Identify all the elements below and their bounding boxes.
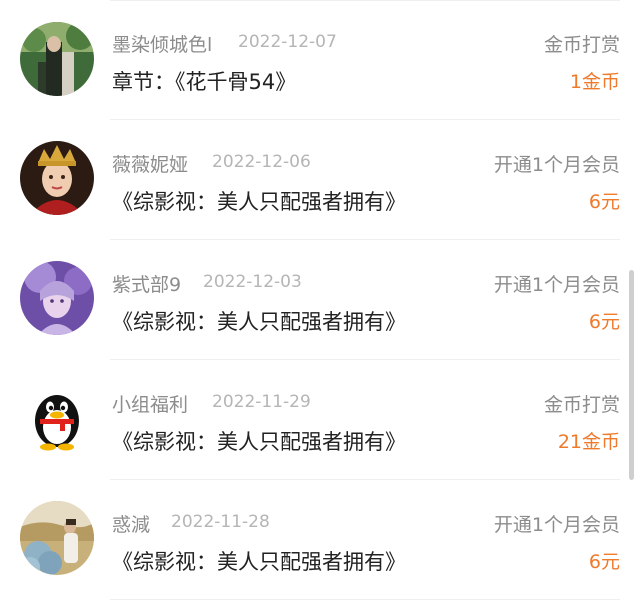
- forest-portrait-avatar[interactable]: [20, 22, 94, 96]
- record-amount: 6元: [588, 191, 620, 213]
- user-name: 小组福利: [112, 394, 189, 416]
- record-amount: 6元: [588, 311, 620, 333]
- record-type: 金币打赏: [543, 34, 620, 56]
- purple-lady-image: [20, 261, 94, 335]
- record-date: 2022-11-29: [212, 392, 311, 412]
- penguin-icon: [20, 381, 94, 455]
- record-type: 开通1个月会员: [493, 514, 620, 536]
- user-name: 紫式部9: [112, 274, 182, 296]
- record-title: 《综影视：美人只配强者拥有》: [112, 310, 406, 334]
- purple-lady-avatar[interactable]: [20, 261, 94, 335]
- record-date: 2022-12-06: [212, 152, 311, 172]
- user-name: 惑減: [112, 514, 151, 536]
- record-amount: 1金币: [569, 71, 620, 93]
- scrollbar-thumb[interactable]: [629, 270, 634, 480]
- record-type: 开通1个月会员: [493, 154, 620, 176]
- record-title: 《综影视：美人只配强者拥有》: [112, 190, 406, 214]
- record-amount: 21金币: [557, 431, 620, 453]
- flower-field-avatar[interactable]: [20, 501, 94, 575]
- record-title: 章节：《花千骨54》: [112, 70, 297, 94]
- list-item[interactable]: 墨染倾城色l 2022-12-07 章节：《花千骨54》 金币打赏 1金币: [0, 0, 640, 120]
- penguin-avatar[interactable]: [20, 381, 94, 455]
- record-date: 2022-11-28: [171, 512, 270, 532]
- record-type: 开通1个月会员: [493, 274, 620, 296]
- record-date: 2022-12-07: [238, 32, 337, 52]
- user-name: 薇薇妮娅: [112, 154, 189, 176]
- record-amount: 6元: [588, 551, 620, 573]
- crowned-lady-avatar[interactable]: [20, 141, 94, 215]
- record-title: 《综影视：美人只配强者拥有》: [112, 550, 406, 574]
- forest-portrait-image: [20, 22, 94, 96]
- record-title: 《综影视：美人只配强者拥有》: [112, 430, 406, 454]
- flower-field-image: [20, 501, 94, 575]
- reward-record-list: 墨染倾城色l 2022-12-07 章节：《花千骨54》 金币打赏 1金币 薇薇…: [0, 0, 640, 614]
- list-item[interactable]: 薇薇妮娅 2022-12-06 《综影视：美人只配强者拥有》 开通1个月会员 6…: [0, 120, 640, 240]
- record-date: 2022-12-03: [203, 272, 302, 292]
- row-divider: [110, 599, 620, 600]
- list-item[interactable]: 紫式部9 2022-12-03 《综影视：美人只配强者拥有》 开通1个月会员 6…: [0, 240, 640, 360]
- list-item[interactable]: 惑減 2022-11-28 《综影视：美人只配强者拥有》 开通1个月会员 6元: [0, 480, 640, 600]
- list-item[interactable]: 小组福利 2022-11-29 《综影视：美人只配强者拥有》 金币打赏 21金币: [0, 360, 640, 480]
- user-name: 墨染倾城色l: [112, 34, 213, 56]
- crowned-lady-image: [20, 141, 94, 215]
- record-type: 金币打赏: [543, 394, 620, 416]
